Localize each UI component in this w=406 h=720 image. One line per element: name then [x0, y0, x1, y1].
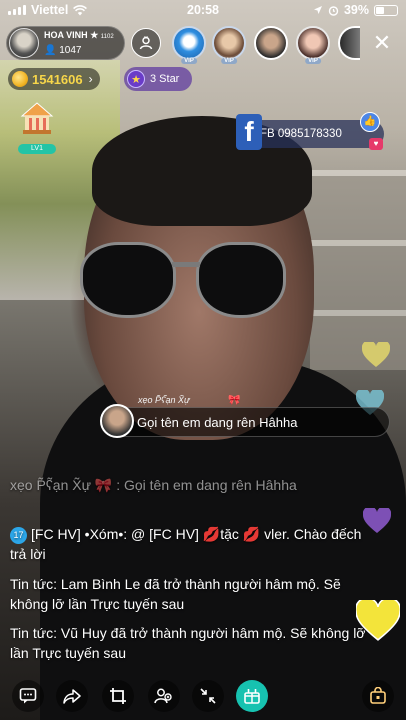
heart-small-icon: ♥	[369, 138, 383, 150]
chat-message: Tin tức: Lam Bình Le đã trở thành người …	[10, 574, 370, 614]
viewer-avatar[interactable]: VIP	[172, 26, 206, 64]
gift-button[interactable]	[236, 680, 268, 712]
battery-icon	[374, 4, 398, 16]
minimize-button[interactable]	[192, 680, 224, 712]
viewer-count: 1047	[59, 45, 82, 56]
crop-button[interactable]	[102, 680, 134, 712]
shrink-icon	[200, 688, 216, 704]
follow-button[interactable]	[131, 28, 161, 58]
background-shelf-right	[310, 170, 406, 370]
star-small-icon: ★	[90, 30, 99, 40]
vip-badge: VIP	[221, 58, 237, 64]
viewer-count-row: 👤 1047	[44, 44, 114, 57]
status-bar: Viettel 20:58 39%	[0, 0, 406, 20]
host-name: HOA VINH	[44, 30, 88, 40]
wifi-icon	[73, 4, 88, 15]
lips-icon: 💋	[202, 526, 221, 542]
coin-balance[interactable]: 1541606 ›	[8, 68, 100, 90]
facebook-icon: f	[236, 114, 262, 150]
signal-icon	[8, 5, 26, 15]
viewer-avatar[interactable]	[254, 26, 288, 60]
vip-badge: VIP	[305, 58, 321, 64]
viewer-avatar[interactable]: VIP	[212, 26, 246, 64]
star-label: 3 Star	[150, 73, 180, 85]
bow-icon: 🎀	[228, 395, 241, 406]
chat-message: Tin tức: Vũ Huy đã trở thành người hâm m…	[10, 623, 370, 663]
sunglasses-right-lens	[196, 242, 286, 318]
shop-button[interactable]	[362, 680, 394, 712]
host-avatar[interactable]	[9, 28, 39, 58]
like-icon: 👍	[360, 112, 380, 132]
close-icon: ✕	[372, 30, 392, 55]
chat-text: Gọi tên em dang rên Hâhha	[123, 477, 297, 493]
highlight-comment-text: Gọi tên em dang rên Hâhha	[137, 414, 298, 430]
guests-button[interactable]	[148, 680, 180, 712]
sunglasses-bridge	[172, 262, 200, 267]
chat-text: Tin tức: Vũ Huy đã trở thành người hâm m…	[10, 625, 366, 661]
vip-badge: VIP	[181, 58, 197, 64]
host-level: 1102	[100, 34, 114, 40]
highlight-comment: Gọi tên em dang rên Hâhha	[100, 407, 390, 437]
bow-icon: 🎀 :	[94, 477, 124, 493]
location-icon	[313, 6, 322, 14]
highlight-comment-avatar[interactable]	[100, 404, 134, 438]
lips-icon: 💋	[242, 526, 261, 542]
host-name-row: HOA VINH ★ 1102	[44, 29, 114, 44]
chat-message: 17 [FC HV] •Xóm•: @ [FC HV] 💋tặc 💋 vler. …	[10, 524, 370, 564]
chat-message: xẹo P̃ʕ̃ạn X̃ự 🎀 : Gọi tên em dang rên H…	[10, 475, 370, 495]
share-icon	[63, 689, 81, 704]
facebook-label: FB 0985178330	[260, 128, 342, 140]
coin-icon	[12, 71, 28, 87]
star-rank[interactable]: ★ 3 Star	[124, 67, 192, 91]
host-profile[interactable]: HOA VINH ★ 1102 👤 1047	[6, 26, 125, 60]
chat-user: xẹo P̃ʕ̃ạn X̃ự	[10, 477, 91, 493]
star-icon: ★	[127, 70, 145, 88]
clock: 20:58	[187, 3, 219, 17]
highlight-comment-user: xẹo P̃ʕ̃ạn X̃ự	[138, 395, 190, 405]
alarm-icon	[328, 5, 339, 16]
comment-button[interactable]	[12, 680, 44, 712]
person-icon: 👤	[44, 45, 57, 56]
chat-text: Tin tức: Lam Bình Le đã trở thành người …	[10, 576, 341, 612]
bag-icon	[370, 687, 386, 704]
carousel-icon[interactable]	[18, 100, 56, 138]
chat-text: tặc	[220, 526, 239, 542]
close-button[interactable]: ✕	[368, 30, 396, 56]
chat-user: [FC HV] •Xóm•: @ [FC HV]	[31, 526, 199, 542]
user-level-badge: 17	[10, 526, 27, 544]
person-outline-icon	[139, 36, 153, 50]
sunglasses-left-lens	[80, 242, 176, 318]
heart-icon	[362, 342, 390, 368]
battery-percent: 39%	[343, 3, 369, 17]
crop-icon	[110, 688, 126, 704]
people-icon	[154, 688, 172, 704]
carrier-name: Viettel	[31, 3, 69, 17]
gift-box-icon	[244, 689, 260, 704]
share-button[interactable]	[56, 680, 88, 712]
chevron-right-icon: ›	[88, 72, 93, 86]
viewer-avatar[interactable]: VIP	[296, 26, 330, 64]
level-badge: LV1	[18, 144, 56, 154]
coin-value: 1541606	[32, 71, 83, 87]
chat-bubble-icon	[19, 688, 37, 704]
